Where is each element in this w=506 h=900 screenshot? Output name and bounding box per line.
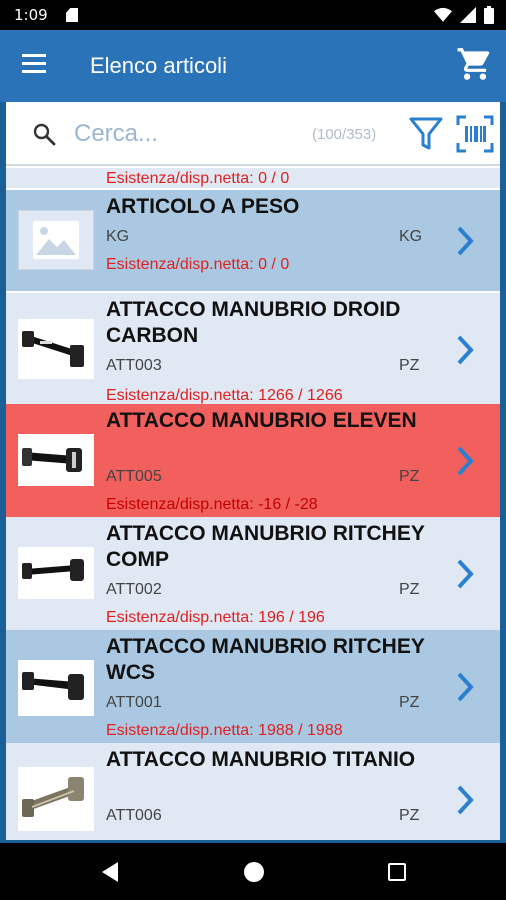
item-code: KG bbox=[106, 228, 130, 245]
item-code: ATT005 bbox=[106, 468, 162, 485]
list-item[interactable]: ATTACCO MANUBRIO RITCHEY WCS ATT001 PZ E… bbox=[6, 630, 500, 743]
back-icon[interactable] bbox=[100, 861, 120, 883]
item-unit: PZ bbox=[399, 807, 420, 824]
chevron-right-icon bbox=[457, 335, 474, 365]
recents-icon[interactable] bbox=[388, 863, 406, 881]
battery-icon bbox=[484, 6, 494, 24]
image-placeholder-icon bbox=[18, 210, 94, 270]
stem-photo-icon bbox=[18, 319, 94, 379]
item-code: ATT002 bbox=[106, 581, 162, 598]
chevron-right-icon bbox=[457, 785, 474, 815]
item-unit: PZ bbox=[399, 357, 420, 374]
wifi-icon bbox=[434, 7, 452, 22]
item-name: ATTACCO MANUBRIO RITCHEY COMP bbox=[106, 522, 425, 571]
stem-photo-icon bbox=[18, 660, 94, 716]
list-item[interactable]: ATTACCO MANUBRIO TITANIO ATT006 PZ bbox=[6, 743, 500, 840]
item-unit: PZ bbox=[399, 468, 420, 485]
list-item[interactable]: ARTICOLO A PESO KG KG Esistenza/disp.net… bbox=[6, 190, 500, 291]
item-unit: PZ bbox=[399, 694, 420, 711]
chevron-right-icon bbox=[457, 446, 474, 476]
item-code: ATT006 bbox=[106, 807, 162, 824]
item-code: ATT001 bbox=[106, 694, 162, 711]
item-name: ATTACCO MANUBRIO TITANIO bbox=[106, 748, 416, 771]
item-name: ATTACCO MANUBRIO DROID CARBON bbox=[106, 298, 401, 347]
item-name: ATTACCO MANUBRIO ELEVEN bbox=[106, 409, 417, 432]
item-stock: Esistenza/disp.netta: 1988 / 1988 bbox=[106, 722, 343, 739]
app-bar: Elenco articoli bbox=[0, 30, 506, 102]
chevron-right-icon bbox=[457, 559, 474, 589]
item-unit: PZ bbox=[399, 581, 420, 598]
item-list: Esistenza/disp.netta: 0 / 0 ARTICOLO A P… bbox=[6, 168, 500, 840]
item-stock: Esistenza/disp.netta: 1266 / 1266 bbox=[106, 387, 343, 404]
list-item[interactable]: ATTACCO MANUBRIO ELEVEN ATT005 PZ Esiste… bbox=[6, 404, 500, 517]
page-title: Elenco articoli bbox=[90, 53, 227, 78]
system-nav-bar bbox=[0, 843, 506, 900]
item-name: ARTICOLO A PESO bbox=[106, 195, 300, 218]
item-name: ATTACCO MANUBRIO RITCHEY WCS bbox=[106, 635, 425, 684]
item-stock: Esistenza/disp.netta: 196 / 196 bbox=[106, 609, 325, 626]
stem-photo-icon bbox=[18, 547, 94, 599]
menu-button[interactable] bbox=[22, 54, 48, 74]
item-stock: Esistenza/disp.netta: 0 / 0 bbox=[106, 256, 290, 273]
filter-button[interactable] bbox=[408, 115, 444, 153]
barcode-scan-button[interactable] bbox=[456, 115, 494, 153]
item-stock: Esistenza/disp.netta: 0 / 0 bbox=[106, 170, 290, 187]
content-area: (100/353) Esistenza/disp.netta: 0 / 0 bbox=[6, 102, 500, 840]
item-code: ATT003 bbox=[106, 357, 162, 374]
item-unit: KG bbox=[399, 228, 423, 245]
chevron-right-icon bbox=[457, 226, 474, 256]
search-input[interactable] bbox=[74, 116, 304, 152]
list-item[interactable]: ATTACCO MANUBRIO DROID CARBON ATT003 PZ … bbox=[6, 293, 500, 404]
stem-photo-icon bbox=[18, 767, 94, 831]
filter-icon bbox=[409, 117, 443, 150]
chevron-right-icon bbox=[457, 672, 474, 702]
search-icon bbox=[33, 123, 56, 146]
stem-photo-icon bbox=[18, 434, 94, 486]
home-icon[interactable] bbox=[244, 862, 264, 882]
menu-icon bbox=[22, 54, 46, 57]
cart-button[interactable] bbox=[456, 45, 494, 83]
list-item[interactable]: ATTACCO MANUBRIO RITCHEY COMP ATT002 PZ … bbox=[6, 517, 500, 630]
status-icons bbox=[434, 6, 494, 24]
item-stock: Esistenza/disp.netta: -16 / -28 bbox=[106, 496, 318, 513]
cart-icon bbox=[457, 48, 490, 80]
search-bar: (100/353) bbox=[6, 102, 500, 166]
barcode-scan-icon bbox=[456, 115, 494, 153]
signal-icon bbox=[460, 7, 476, 23]
status-time: 1:09 bbox=[14, 6, 48, 24]
list-item-partial[interactable]: Esistenza/disp.netta: 0 / 0 bbox=[6, 168, 500, 188]
sd-card-icon bbox=[66, 8, 78, 22]
search-result-count: (100/353) bbox=[312, 126, 377, 143]
status-bar: 1:09 bbox=[0, 0, 506, 30]
